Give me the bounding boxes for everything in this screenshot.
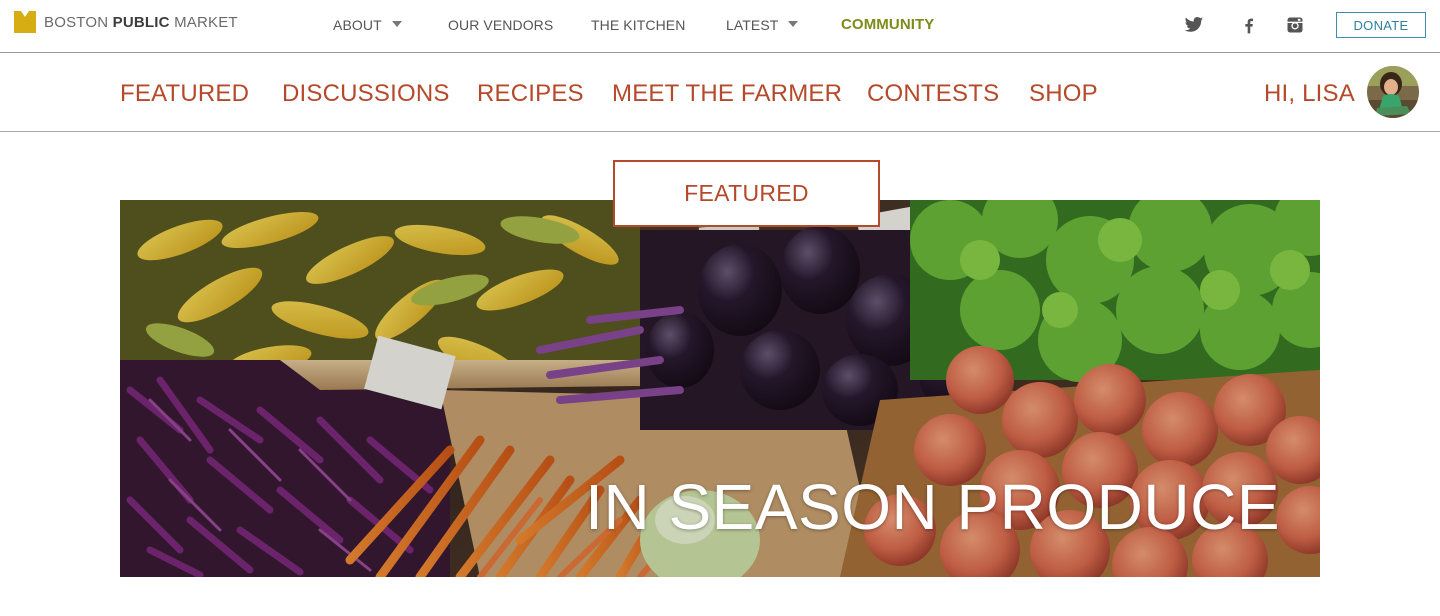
community-nav-discussions[interactable]: DISCUSSIONS	[282, 80, 450, 108]
brand-name: BOSTON PUBLIC MARKET	[44, 13, 238, 31]
instagram-icon[interactable]	[1285, 15, 1305, 35]
market-logo-icon	[14, 11, 36, 33]
hero-banner[interactable]: IN SEASON PRODUCE	[120, 200, 1320, 577]
chevron-down-icon	[391, 20, 402, 27]
donate-button[interactable]: DONATE	[1336, 12, 1426, 38]
community-nav-contests[interactable]: CONTESTS	[867, 80, 999, 108]
top-bar: BOSTON PUBLIC MARKET ABOUT OUR VENDORS T…	[0, 0, 1440, 53]
community-nav-recipes[interactable]: RECIPES	[477, 80, 584, 108]
facebook-icon[interactable]	[1239, 15, 1259, 35]
chevron-down-icon	[788, 20, 799, 27]
top-nav-latest-label: LATEST	[726, 16, 779, 33]
user-greeting[interactable]: HI, LISA	[1264, 80, 1355, 108]
community-nav: FEATURED DISCUSSIONS RECIPES MEET THE FA…	[0, 54, 1440, 132]
top-nav-about[interactable]: ABOUT	[333, 0, 402, 49]
hero-title: IN SEASON PRODUCE	[585, 471, 1280, 543]
top-nav-latest[interactable]: LATEST	[726, 0, 799, 49]
section-tab-featured: FEATURED	[613, 160, 880, 227]
twitter-icon[interactable]	[1184, 15, 1204, 35]
top-nav-the-kitchen[interactable]: THE KITCHEN	[591, 0, 685, 49]
top-nav-our-vendors[interactable]: OUR VENDORS	[448, 0, 553, 49]
user-avatar[interactable]	[1367, 66, 1419, 118]
brand-logo-link[interactable]: BOSTON PUBLIC MARKET	[14, 11, 238, 33]
top-nav-community[interactable]: COMMUNITY	[841, 0, 934, 49]
community-nav-shop[interactable]: SHOP	[1029, 80, 1098, 108]
community-nav-featured[interactable]: FEATURED	[120, 80, 249, 108]
top-nav-about-label: ABOUT	[333, 16, 382, 33]
community-nav-meet-the-farmer[interactable]: MEET THE FARMER	[612, 80, 842, 108]
